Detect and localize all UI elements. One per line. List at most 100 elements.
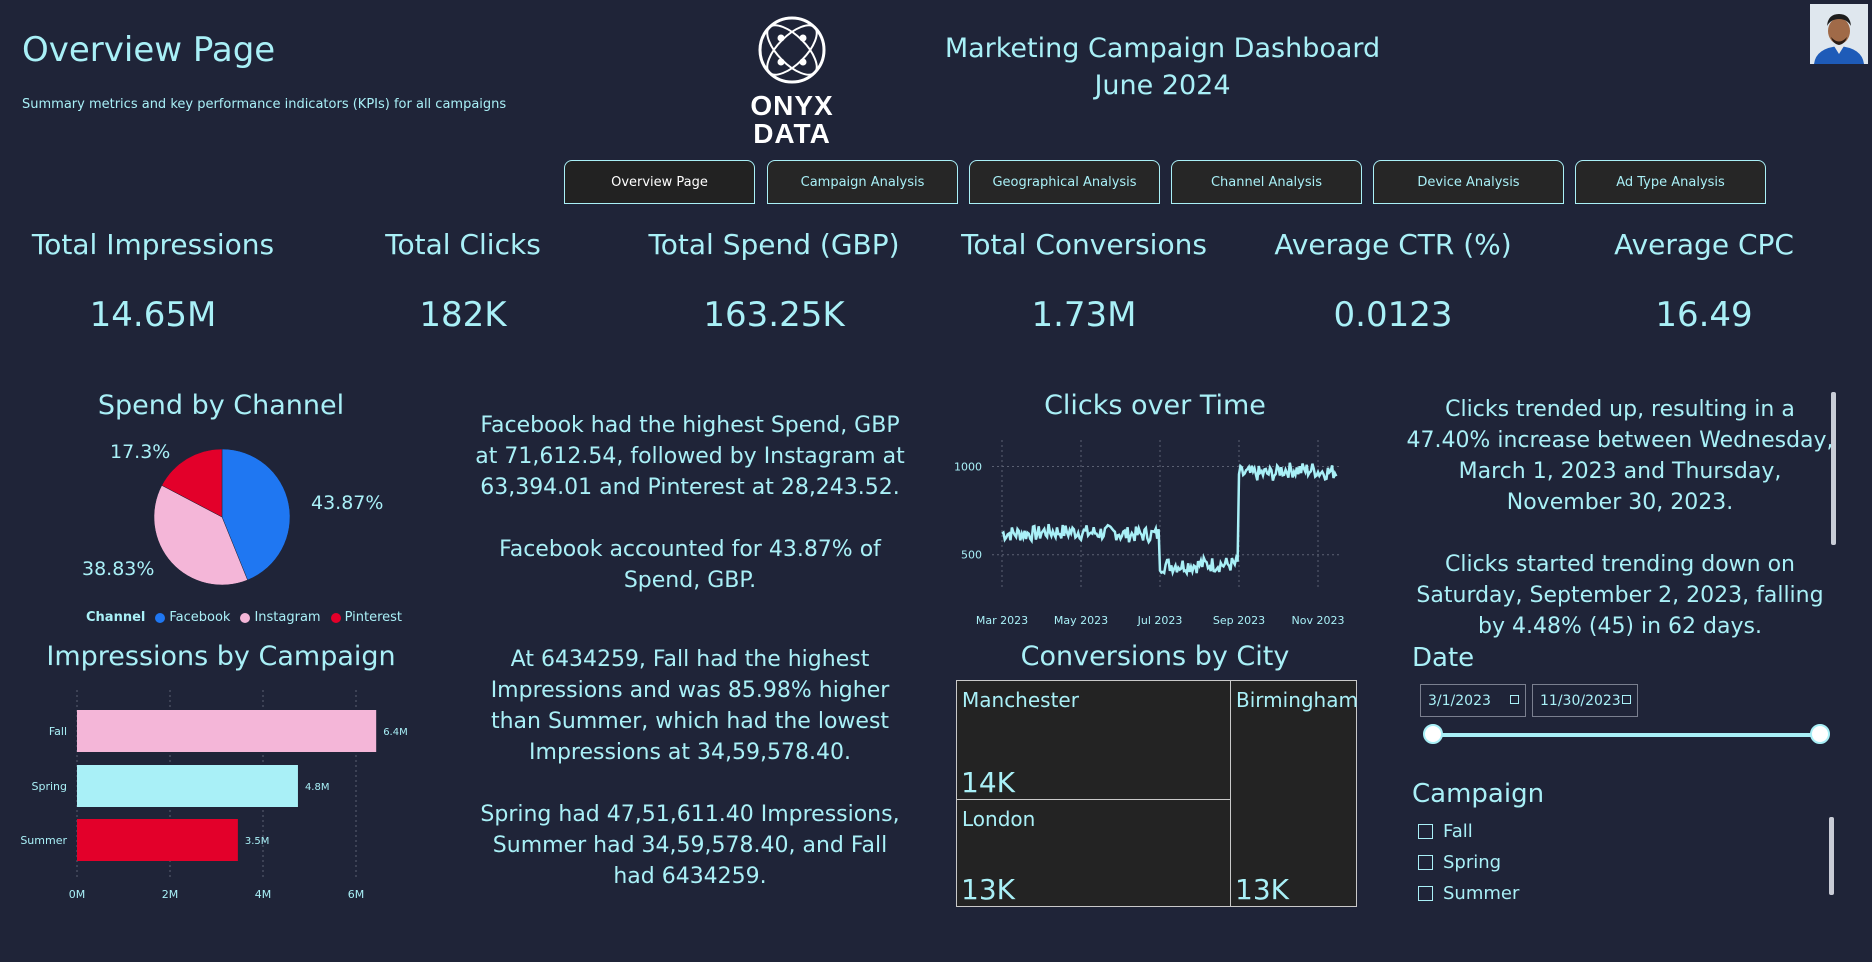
page-title: Overview Page xyxy=(22,30,276,70)
avatar xyxy=(1810,4,1868,64)
clicks-over-time-title: Clicks over Time xyxy=(1044,390,1266,421)
campaign-option-fall[interactable]: Fall xyxy=(1418,821,1473,842)
kpi-label: Average CPC xyxy=(1614,228,1794,261)
tab-geographical-analysis[interactable]: Geographical Analysis xyxy=(969,160,1160,204)
campaign-option-label: Spring xyxy=(1443,852,1502,873)
pie-label-facebook: 43.87% xyxy=(311,492,384,514)
kpi-label: Total Clicks xyxy=(385,228,541,261)
spend-by-channel-title: Spend by Channel xyxy=(97,390,345,421)
impressions-bar-chart[interactable]: 0M 2M 4M 6M Fall 6.4M Spring 4.8M Summer 3.5M xyxy=(0,680,440,905)
clicks-series-line xyxy=(1001,462,1338,578)
globe-logo-icon xyxy=(758,16,826,84)
treemap-city-name: London xyxy=(962,807,1036,831)
checkbox[interactable] xyxy=(1418,886,1433,901)
kpi-average-ctr: Average CTR (%) 0.0123 xyxy=(1243,228,1543,335)
conversions-treemap: Manchester 14K Birmingham 13K London 13K xyxy=(956,680,1358,907)
checkbox[interactable] xyxy=(1418,855,1433,870)
date-start-value: 3/1/2023 xyxy=(1428,692,1491,709)
kpi-value: 1.73M xyxy=(1031,295,1137,335)
treemap-city-name: Birmingham xyxy=(1236,688,1358,712)
spend-legend: Channel Facebook Instagram Pinterest xyxy=(86,610,402,625)
kpi-average-cpc: Average CPC 16.49 xyxy=(1554,228,1854,335)
line-x-tick-label: Sep 2023 xyxy=(1213,614,1265,627)
user-photo-icon xyxy=(1810,4,1868,64)
kpi-total-spend: Total Spend (GBP) 163.25K xyxy=(624,228,924,335)
tab-ad-type-analysis[interactable]: Ad Type Analysis xyxy=(1575,160,1766,204)
date-range-track[interactable] xyxy=(1434,733,1820,737)
line-x-tick-label: Mar 2023 xyxy=(976,614,1028,627)
line-y-tick-label: 1000 xyxy=(954,460,982,473)
kpi-value: 16.49 xyxy=(1655,295,1753,335)
pie-label-instagram: 38.83% xyxy=(82,558,155,580)
campaign-scrollbar[interactable] xyxy=(1829,817,1834,895)
clicks-narrative: Clicks trended up, resulting in a 47.40%… xyxy=(1404,394,1836,642)
legend-instagram[interactable]: Instagram xyxy=(254,610,320,625)
dashboard-title: Marketing Campaign Dashboard June 2024 xyxy=(900,30,1425,104)
tab-overview-page[interactable]: Overview Page xyxy=(564,160,755,204)
logo-line-1: ONYX xyxy=(750,90,834,121)
kpi-total-impressions: Total Impressions 14.65M xyxy=(3,228,303,335)
bar-value-label: 3.5M xyxy=(245,836,270,847)
date-range-end-handle[interactable] xyxy=(1810,724,1830,744)
tab-device-analysis[interactable]: Device Analysis xyxy=(1373,160,1564,204)
clicks-narrative-p1: Clicks trended up, resulting in a 47.40%… xyxy=(1406,397,1834,515)
kpi-value: 163.25K xyxy=(703,295,845,335)
campaign-option-label: Summer xyxy=(1443,883,1520,904)
calendar-icon[interactable] xyxy=(1622,695,1631,704)
tab-campaign-analysis[interactable]: Campaign Analysis xyxy=(767,160,958,204)
kpi-label: Total Conversions xyxy=(961,228,1207,261)
treemap-city-value: 13K xyxy=(1235,873,1289,906)
clicks-narrative-p2: Clicks started trending down on Saturday… xyxy=(1416,552,1824,639)
impressions-narrative: At 6434259, Fall had the highest Impress… xyxy=(470,644,910,892)
bar-value-label: 6.4M xyxy=(383,727,408,738)
line-x-tick-label: Nov 2023 xyxy=(1292,614,1345,627)
spend-narrative-p1: Facebook had the highest Spend, GBP at 7… xyxy=(475,413,905,500)
date-range-start-handle[interactable] xyxy=(1423,724,1443,744)
bar-fall xyxy=(77,710,377,752)
treemap-cell-london[interactable]: London 13K xyxy=(956,799,1231,907)
kpi-label: Total Impressions xyxy=(31,228,275,261)
bar-x-tick-label: 4M xyxy=(255,888,272,901)
pie-label-pinterest: 17.3% xyxy=(110,441,171,463)
checkbox[interactable] xyxy=(1418,824,1433,839)
spend-narrative: Facebook had the highest Spend, GBP at 7… xyxy=(470,410,910,596)
treemap-cell-birmingham[interactable]: Birmingham 13K xyxy=(1230,680,1358,907)
treemap-city-value: 13K xyxy=(961,873,1015,906)
treemap-cell-manchester[interactable]: Manchester 14K xyxy=(956,680,1231,800)
campaign-option-summer[interactable]: Summer xyxy=(1418,883,1519,904)
line-x-tick-label: Jul 2023 xyxy=(1137,614,1183,627)
bar-x-tick-label: 2M xyxy=(162,888,179,901)
date-end-value: 11/30/2023 xyxy=(1540,692,1621,709)
date-end-input[interactable]: 11/30/2023 xyxy=(1532,684,1638,717)
legend-instagram-marker xyxy=(240,612,251,623)
legend-facebook[interactable]: Facebook xyxy=(169,610,230,625)
dashboard-title-line-1: Marketing Campaign Dashboard xyxy=(944,33,1381,64)
date-start-input[interactable]: 3/1/2023 xyxy=(1420,684,1526,717)
bar-x-tick-label: 6M xyxy=(348,888,365,901)
tab-channel-analysis[interactable]: Channel Analysis xyxy=(1171,160,1362,204)
page-subtitle: Summary metrics and key performance indi… xyxy=(22,97,507,112)
bar-category-label: Spring xyxy=(32,780,68,793)
conversions-by-city-title: Conversions by City xyxy=(1020,641,1290,672)
campaign-option-label: Fall xyxy=(1443,821,1473,842)
bar-value-label: 4.8M xyxy=(305,782,330,793)
clicks-line-chart[interactable]: Mar 2023 May 2023 Jul 2023 Sep 2023 Nov 2023… xyxy=(940,430,1350,630)
bar-category-label: Summer xyxy=(20,834,67,847)
bar-spring xyxy=(77,765,298,807)
campaign-filter-title: Campaign xyxy=(1412,779,1545,809)
kpi-value: 0.0123 xyxy=(1333,295,1453,335)
treemap-city-value: 14K xyxy=(961,766,1015,799)
legend-pinterest[interactable]: Pinterest xyxy=(345,610,402,625)
calendar-icon[interactable] xyxy=(1510,695,1519,704)
kpi-total-clicks: Total Clicks 182K xyxy=(313,228,613,335)
narrative-scrollbar[interactable] xyxy=(1831,392,1836,545)
logo-line-2: DATA xyxy=(753,118,831,149)
kpi-label: Average CTR (%) xyxy=(1274,228,1512,261)
kpi-total-conversions: Total Conversions 1.73M xyxy=(934,228,1234,335)
line-x-tick-label: May 2023 xyxy=(1054,614,1108,627)
bar-category-label: Fall xyxy=(49,725,67,738)
line-y-tick-label: 500 xyxy=(961,549,982,562)
legend-title: Channel xyxy=(86,610,146,625)
bar-x-tick-label: 0M xyxy=(69,888,86,901)
campaign-option-spring[interactable]: Spring xyxy=(1418,852,1501,873)
